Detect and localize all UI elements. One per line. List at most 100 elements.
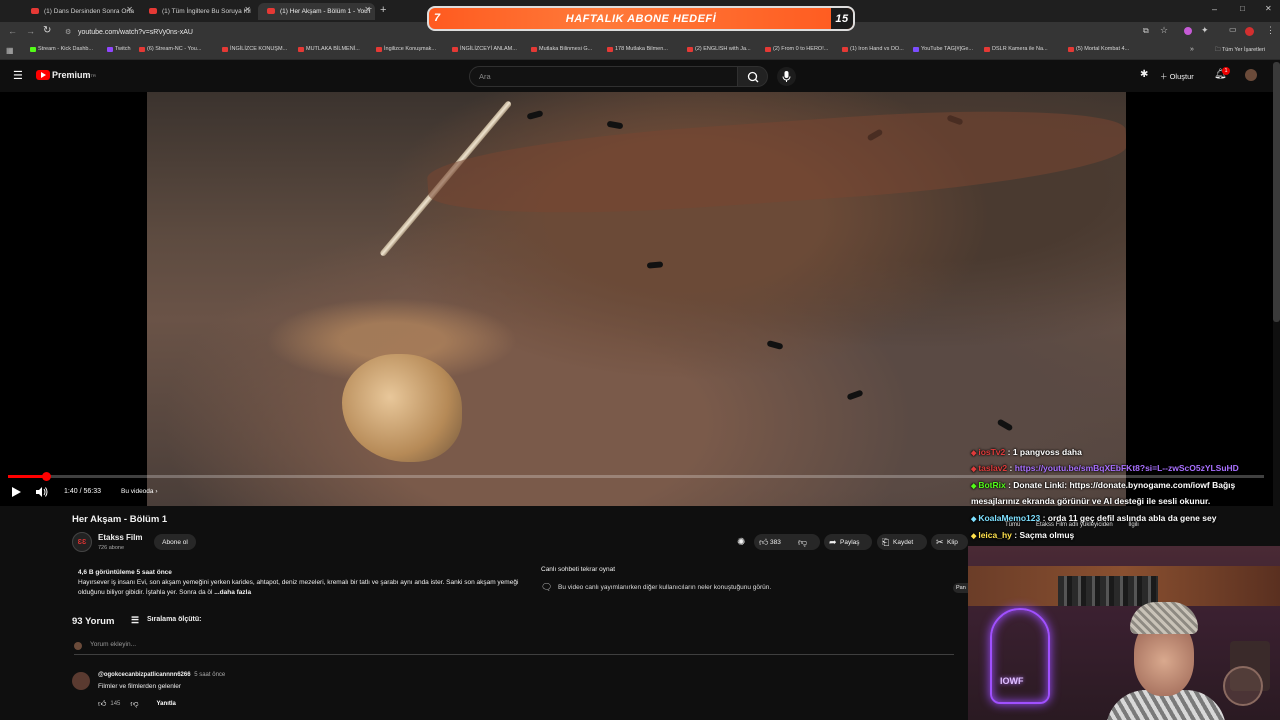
bookmark-label: (2) From 0 to HERO!... — [773, 46, 829, 52]
bookmark-item[interactable]: (6) Stream-NC - You... — [139, 46, 201, 52]
bookmark-item[interactable]: (1) Iron Hand vs DO... — [842, 46, 904, 52]
tab-title: (1) Tüm İngiltere Bu Soruya Kil — [162, 8, 251, 15]
sort-label: Sıralama ölçütü: — [147, 616, 202, 623]
channel-name[interactable]: Etakss Film — [98, 533, 142, 542]
chip-all[interactable]: Tümü — [1005, 522, 1020, 528]
microphone-icon — [782, 71, 791, 82]
all-bookmarks-folder[interactable]: 🗀 Tüm Yer İşaretleri — [1215, 46, 1265, 55]
browser-tab[interactable]: (1) Tüm İngiltere Bu Soruya Kil ✕ — [140, 3, 255, 20]
comment-reply-button[interactable]: Yanıtla — [157, 701, 176, 707]
bookmark-item[interactable]: YouTube TAG[#]Ge... — [913, 46, 973, 52]
ai-sparkle-icon[interactable]: ✺ — [737, 537, 745, 548]
voice-search-button[interactable] — [777, 67, 796, 86]
close-tab-icon[interactable]: ✕ — [364, 5, 371, 14]
bookmark-item[interactable]: (2) From 0 to HERO!... — [765, 46, 828, 52]
bookmark-item[interactable]: Mutlaka Bilinmesi G... — [531, 46, 592, 52]
volume-button[interactable] — [35, 486, 48, 498]
extensions-puzzle-icon[interactable]: ✦ — [1201, 25, 1209, 36]
chip-uploader[interactable]: Etakss Film adlı yükleyiciden — [1036, 522, 1113, 528]
share-button[interactable]: ➦ Paylaş — [824, 534, 872, 550]
cast-to-tv-icon[interactable]: ✱ — [1140, 69, 1148, 80]
back-icon[interactable]: ← — [8, 26, 17, 36]
chat-username: leica_hy — [978, 530, 1012, 540]
forward-icon[interactable]: → — [26, 26, 35, 36]
comment-like-icon[interactable]: 👍︎ — [98, 699, 106, 709]
reload-icon[interactable]: ↻ — [43, 25, 51, 36]
extension-icon[interactable] — [1184, 27, 1192, 35]
side-chip[interactable]: Pan — [953, 583, 969, 593]
channel-avatar[interactable]: ƐƐ — [72, 532, 92, 552]
browser-tab-active[interactable]: (1) Her Akşam - Bölüm 1 - YouT ✕ — [258, 3, 375, 20]
profile-avatar[interactable] — [1245, 27, 1254, 36]
save-button[interactable]: ⎗ Kaydet — [877, 534, 927, 550]
like-button[interactable]: 👍︎ 383 👎︎ — [754, 534, 820, 550]
emblem — [1223, 666, 1263, 706]
description-box[interactable]: 4,6 B görüntüleme 5 saat önce Hayırsever… — [72, 563, 530, 601]
bookmark-item[interactable]: 178 Mutlaka Bilmen... — [607, 46, 668, 52]
bookmark-item[interactable]: MUTLAKA BİLMENİ... — [298, 46, 360, 52]
play-button[interactable] — [10, 486, 22, 498]
bookmark-item[interactable]: İNGİLİZCEYİ ANLAM... — [452, 46, 517, 52]
chip-related[interactable]: İlgili — [1128, 522, 1138, 528]
comment-author[interactable]: @ogokcecanbizpatlicannnn6266 — [98, 672, 191, 678]
thumbs-down-icon[interactable]: 👎︎ — [798, 537, 807, 548]
ant — [606, 120, 624, 130]
chapter-label: Bu videoda — [121, 488, 154, 495]
chat-text: mesajlarınız ekranda görünür ve AI deste… — [971, 496, 1211, 506]
bookmark-star-icon[interactable]: ☆ — [1160, 25, 1168, 36]
close-window-icon[interactable]: ✕ — [1265, 4, 1272, 13]
site-info-icon[interactable]: ⚙ — [65, 28, 71, 36]
search-input[interactable]: Ara — [469, 66, 738, 87]
browser-tab[interactable]: (1) Dans Dersinden Sonra Orta ✕ — [22, 3, 137, 20]
minimize-icon[interactable]: – — [1212, 4, 1217, 14]
channel-avatar-initials: ƐƐ — [77, 538, 87, 546]
volume-icon — [36, 487, 48, 497]
bookmark-item[interactable]: Stream - Kick Dashb... — [30, 46, 93, 52]
ant — [996, 418, 1014, 432]
new-tab-icon[interactable]: + — [380, 4, 386, 16]
bookmark-item[interactable]: DSLR Kamera ile Na... — [984, 46, 1048, 52]
show-more-link[interactable]: ...daha fazla — [214, 589, 251, 596]
chapter-button[interactable]: Bu videoda › — [121, 488, 158, 495]
browser-menu-icon[interactable]: ⋮ — [1266, 25, 1275, 36]
comment-dislike-icon[interactable]: 👎︎ — [130, 699, 138, 709]
page-scrollbar[interactable] — [1273, 62, 1280, 322]
bookmark-item[interactable]: İNGİLİZCE KONUŞM... — [222, 46, 287, 52]
comment-time[interactable]: 5 saat önce — [194, 672, 225, 678]
bookmark-item[interactable]: (5) Mortal Kombat 4... — [1068, 46, 1129, 52]
sort-button[interactable]: ☰ Sıralama ölçütü: — [131, 615, 202, 625]
close-tab-icon[interactable]: ✕ — [244, 5, 251, 14]
bookmark-item[interactable]: Twitch — [107, 46, 131, 52]
apps-grid-icon[interactable]: ▦ — [6, 46, 14, 55]
add-comment-input[interactable]: Yorum ekleyin... — [74, 641, 954, 655]
youtube-favicon-icon — [149, 8, 157, 14]
youtube-play-logo-icon — [36, 70, 50, 80]
notification-badge: 1 — [1222, 67, 1230, 75]
progress-played — [8, 475, 46, 478]
chat-message: ◆ leica_hy : Saçma olmuş — [971, 530, 1074, 540]
streamer-webcam: IOWF — [968, 546, 1280, 720]
hamburger-menu-icon[interactable]: ☰ — [13, 69, 23, 82]
close-tab-icon[interactable]: ✕ — [126, 5, 133, 14]
video-frame[interactable] — [147, 92, 1126, 506]
subscribe-button[interactable]: Abone ol — [154, 534, 196, 550]
bookmark-favicon-icon — [107, 47, 113, 52]
account-avatar[interactable] — [1245, 69, 1257, 81]
clip-button[interactable]: ✂ Klip — [931, 534, 968, 550]
comment-avatar[interactable] — [72, 672, 90, 690]
create-button[interactable]: ＋ Oluştur — [1160, 71, 1194, 82]
bookmark-favicon-icon — [452, 47, 458, 52]
bookmark-item[interactable]: (2) ENGLISH with Ja... — [687, 46, 751, 52]
search-button[interactable] — [737, 66, 768, 87]
maximize-icon[interactable]: □ — [1240, 4, 1245, 13]
more-bookmarks-icon[interactable]: » — [1190, 46, 1194, 53]
chat-username: taslav2 — [978, 463, 1008, 473]
bookmark-favicon-icon — [687, 47, 693, 52]
progress-scrubber[interactable] — [41, 472, 51, 481]
bookmarks-bar: ▦ Stream - Kick Dashb... Twitch (6) Stream… — [0, 43, 1280, 60]
bookmark-item[interactable]: İngilizce Konuşmak... — [376, 46, 436, 52]
bookmark-favicon-icon — [913, 47, 919, 52]
cast-icon[interactable]: ▭ — [1229, 25, 1237, 34]
youtube-logo[interactable]: Premium TR — [36, 70, 96, 80]
chevron-right-icon: › — [155, 488, 158, 495]
